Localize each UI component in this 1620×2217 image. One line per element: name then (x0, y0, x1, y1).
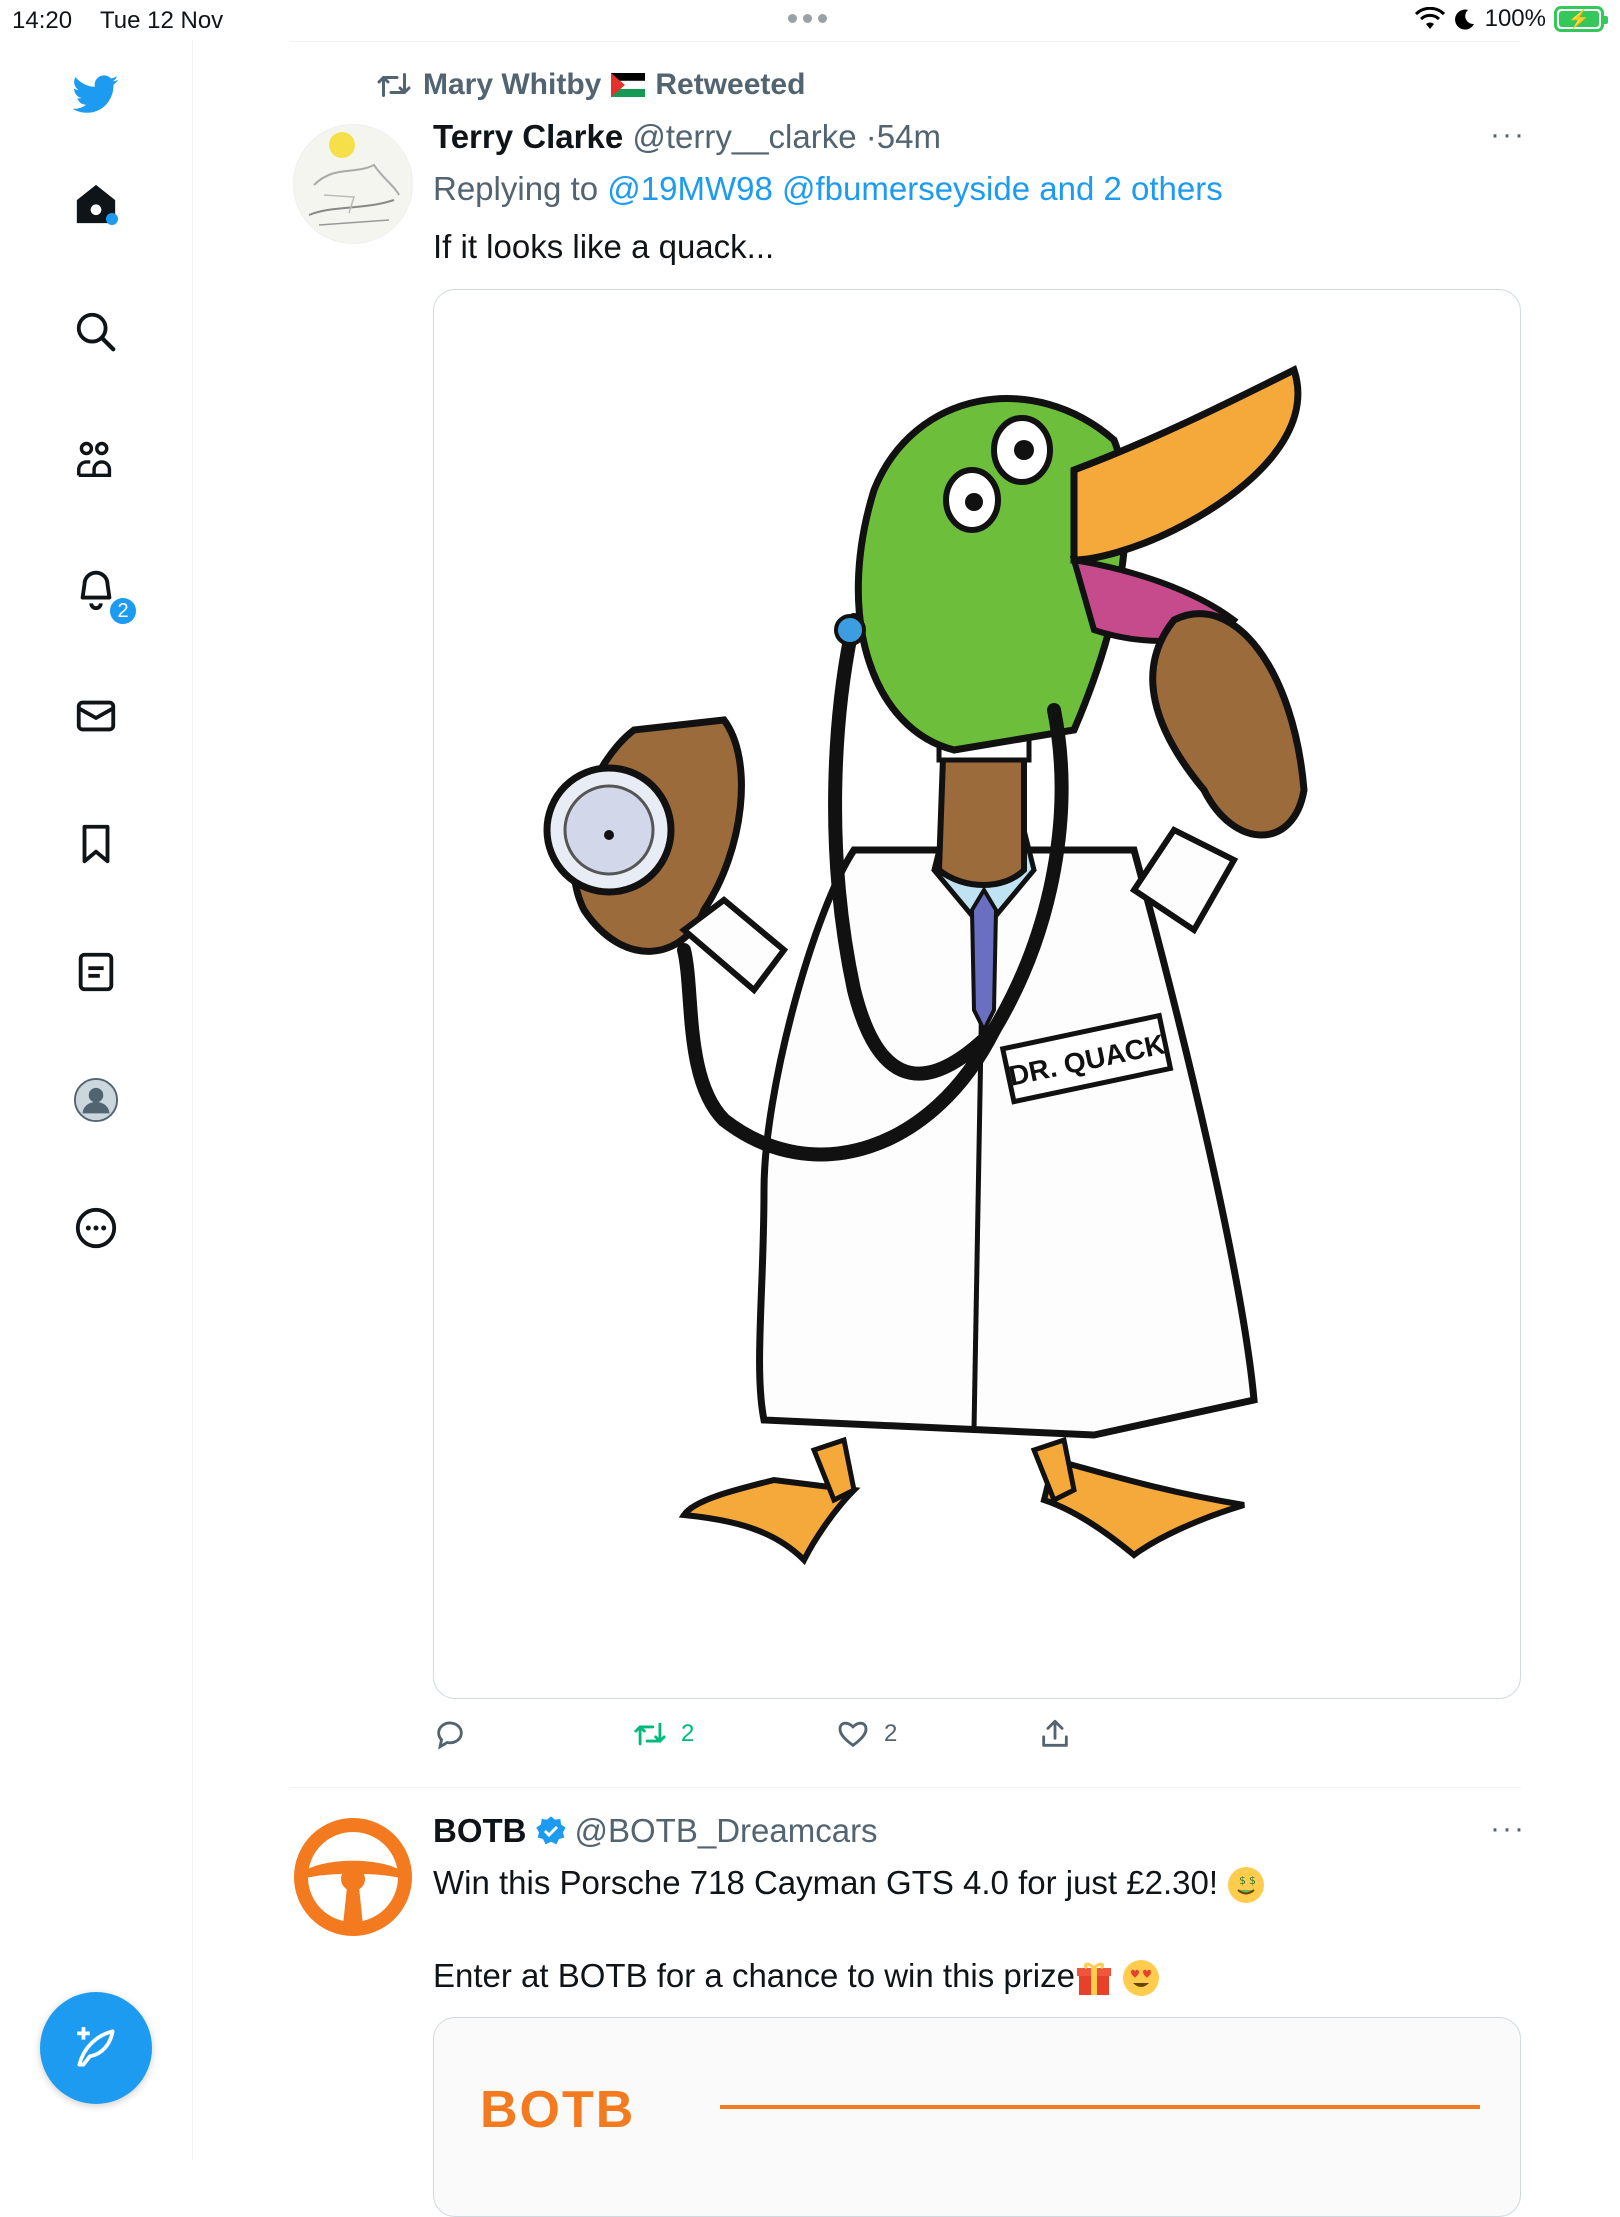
botb-media-line (720, 2105, 1480, 2109)
compose-tweet-button[interactable] (40, 1992, 152, 2104)
battery-percent: 100% (1484, 5, 1546, 32)
multitasking-dots[interactable] (788, 14, 827, 23)
retweet-icon (377, 73, 411, 97)
moon-icon (1454, 9, 1474, 30)
tweet1-actions: 2 2 (433, 1717, 1233, 1757)
share-button[interactable] (1038, 1717, 1072, 1751)
feed-top-divider (290, 41, 1520, 42)
tweet2-author-name[interactable]: BOTB (433, 1812, 527, 1850)
tweet1-text: If it looks like a quack... (433, 228, 775, 265)
retweeted-by-name: Mary Whitby (423, 68, 602, 101)
tweet2-image[interactable]: BOTB (433, 2017, 1521, 2217)
like-count: 2 (884, 1720, 898, 1747)
profile-icon[interactable] (66, 1070, 126, 1130)
tweet1-avatar[interactable] (293, 124, 413, 244)
status-bar: 14:20 Tue 12 Nov 100% ⚡ (0, 0, 1620, 40)
reply-button[interactable] (433, 1717, 467, 1751)
compose-tweet-icon (77, 2027, 115, 2067)
sidebar: 2 (0, 40, 193, 2160)
tweet1-replying-line: Replying to @19MW98 @fbumerseyside and 2… (433, 170, 1223, 208)
replying-prefix: Replying to (433, 170, 599, 207)
tweet1-separator: · (865, 118, 877, 155)
gift-icon (1075, 1959, 1113, 1997)
wifi-icon (1414, 7, 1445, 29)
lists-icon[interactable] (66, 942, 126, 1002)
battery-icon: ⚡ (1554, 6, 1608, 32)
status-date: Tue 12 Nov (100, 7, 224, 34)
tweet2-text-line1: Win this Porsche 718 Cayman GTS 4.0 for … (433, 1864, 1265, 1904)
tweet2-text-line2: Enter at BOTB for a chance to win this p… (433, 1957, 1160, 1997)
share-icon (1042, 1719, 1068, 1747)
verified-badge-icon (535, 1816, 566, 1845)
search-icon[interactable] (66, 302, 126, 362)
home-icon[interactable] (66, 174, 126, 234)
status-right: 100% ⚡ (1414, 5, 1608, 33)
tweet1-author-handle[interactable]: @terry__clarke (632, 118, 856, 155)
tweet1-image[interactable]: DR. QUACK (433, 289, 1521, 1699)
palestine-flag-icon (611, 73, 646, 97)
heart-icon (838, 1721, 868, 1748)
retweeted-label: Retweeted (655, 68, 806, 101)
tweet2-more-icon[interactable]: ··· (1490, 1812, 1526, 1846)
tweet2-text1: Win this Porsche 718 Cayman GTS 4.0 for … (433, 1864, 1219, 1901)
tweet2-header: BOTB @BOTB_Dreamcars (433, 1812, 878, 1850)
botb-media-logo: BOTB (480, 2081, 636, 2139)
tweet2-avatar[interactable] (293, 1817, 413, 1937)
bookmarks-icon[interactable] (66, 814, 126, 874)
svg-text:$: $ (1249, 1874, 1256, 1887)
tweet1-author-name[interactable]: Terry Clarke (433, 118, 623, 155)
tweet2-text2: Enter at BOTB for a chance to win this p… (433, 1957, 1075, 1994)
more-icon[interactable] (66, 1198, 126, 1258)
tweet1-time[interactable]: 54m (877, 118, 941, 155)
tweet2-author-handle[interactable]: @BOTB_Dreamcars (575, 1812, 878, 1850)
replying-to-links[interactable]: @19MW98 @fbumerseyside and 2 others (607, 170, 1222, 207)
retweet-context[interactable]: Mary Whitby Retweeted (375, 68, 805, 102)
status-time: 14:20 (12, 7, 73, 34)
retweet-button[interactable]: 2 (633, 1717, 694, 1751)
heart-eyes-face-icon (1122, 1959, 1160, 1997)
reply-icon (437, 1721, 463, 1750)
twitter-bird-icon[interactable] (66, 64, 126, 124)
dr-quack-illustration: DR. QUACK (543, 365, 1308, 1566)
tweet1-header: Terry Clarke @terry__clarke ·54m (433, 118, 941, 156)
messages-icon[interactable] (66, 686, 126, 746)
tweet1-more-icon[interactable]: ··· (1490, 118, 1526, 152)
retweet-count: 2 (681, 1720, 695, 1747)
retweet-icon (634, 1722, 666, 1746)
home-notification-dot (106, 213, 118, 225)
like-button[interactable]: 2 (836, 1717, 897, 1751)
svg-text:$: $ (1239, 1874, 1246, 1887)
notifications-badge: 2 (108, 596, 138, 626)
money-mouth-face-icon: $ $ (1227, 1866, 1265, 1904)
tweet-divider (290, 1787, 1521, 1788)
communities-icon[interactable] (66, 430, 126, 490)
